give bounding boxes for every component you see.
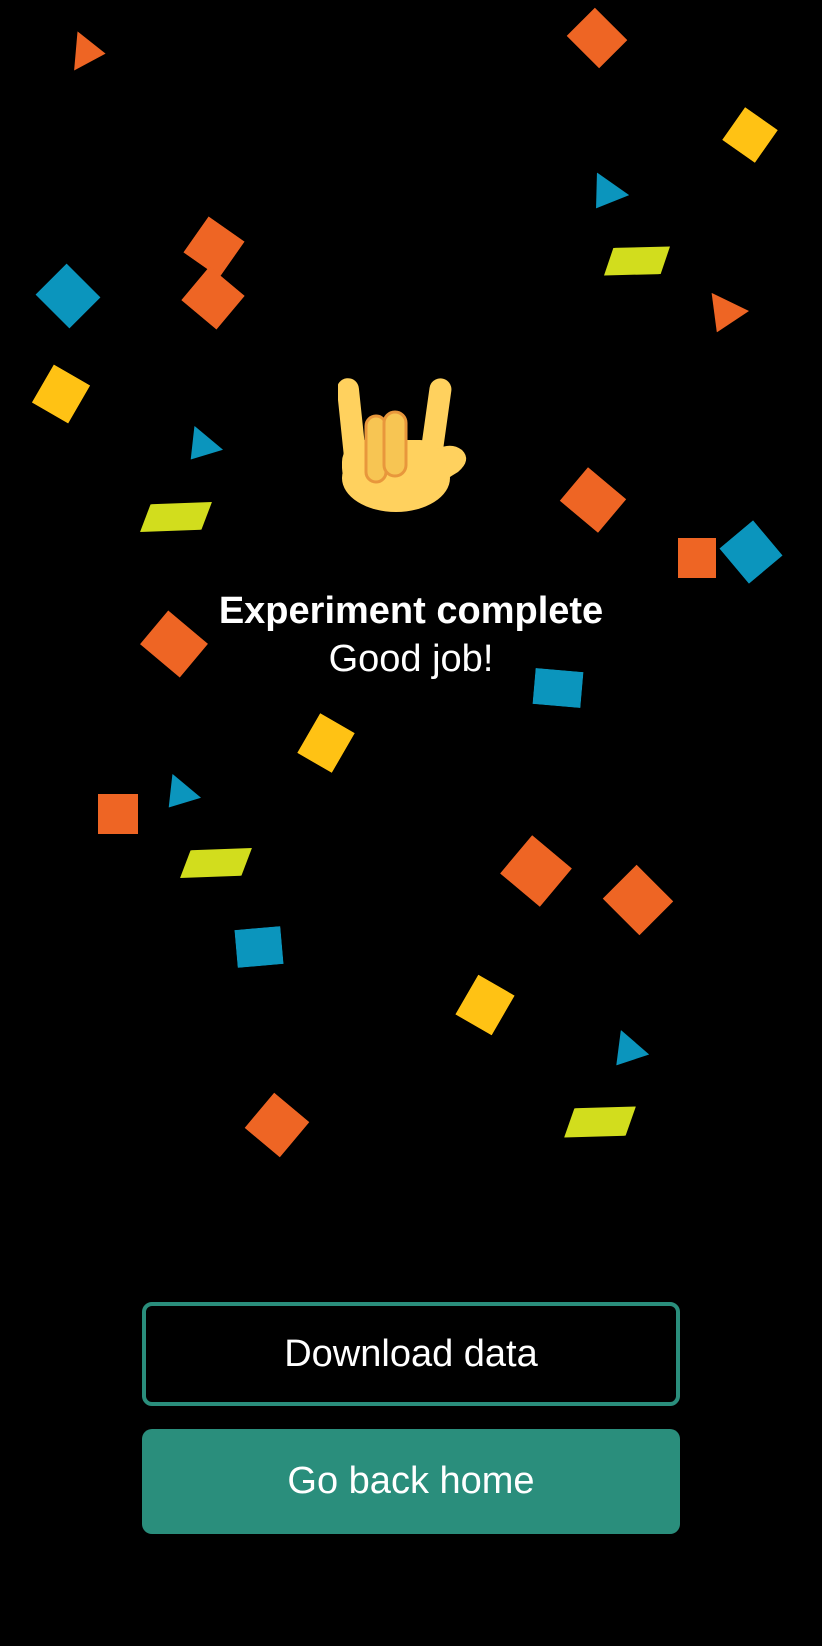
sign-of-the-horns-hand-icon <box>338 378 467 512</box>
confetti-piece <box>234 926 283 968</box>
confetti-piece <box>181 266 245 329</box>
confetti-piece <box>136 494 217 541</box>
confetti-piece <box>455 975 514 1036</box>
confetti-piece <box>183 216 244 277</box>
confetti-piece <box>245 1093 310 1158</box>
confetti-piece <box>705 293 751 337</box>
confetti-piece <box>98 794 138 834</box>
confetti-piece <box>607 1030 654 1076</box>
confetti-piece <box>176 840 257 887</box>
confetti-piece <box>65 31 110 78</box>
page-subtitle: Good job! <box>328 638 494 680</box>
go-back-home-button[interactable]: Go back home <box>142 1429 680 1534</box>
confetti-piece <box>297 713 355 773</box>
confetti-piece <box>560 467 627 533</box>
confetti-piece <box>585 173 632 218</box>
confetti-piece <box>567 8 628 69</box>
confetti-piece <box>678 538 716 578</box>
confetti-piece <box>719 520 782 584</box>
confetti-piece <box>722 107 778 163</box>
confetti-piece <box>559 1098 640 1147</box>
page-title: Experiment complete <box>218 590 604 632</box>
confetti-piece <box>600 238 675 284</box>
confetti-piece <box>159 774 205 818</box>
confetti-piece <box>32 364 90 423</box>
confetti-piece <box>500 835 572 907</box>
confetti-piece <box>35 263 100 328</box>
confetti-piece <box>181 426 227 470</box>
confetti-piece <box>603 865 674 936</box>
download-data-button[interactable]: Download data <box>142 1302 680 1406</box>
